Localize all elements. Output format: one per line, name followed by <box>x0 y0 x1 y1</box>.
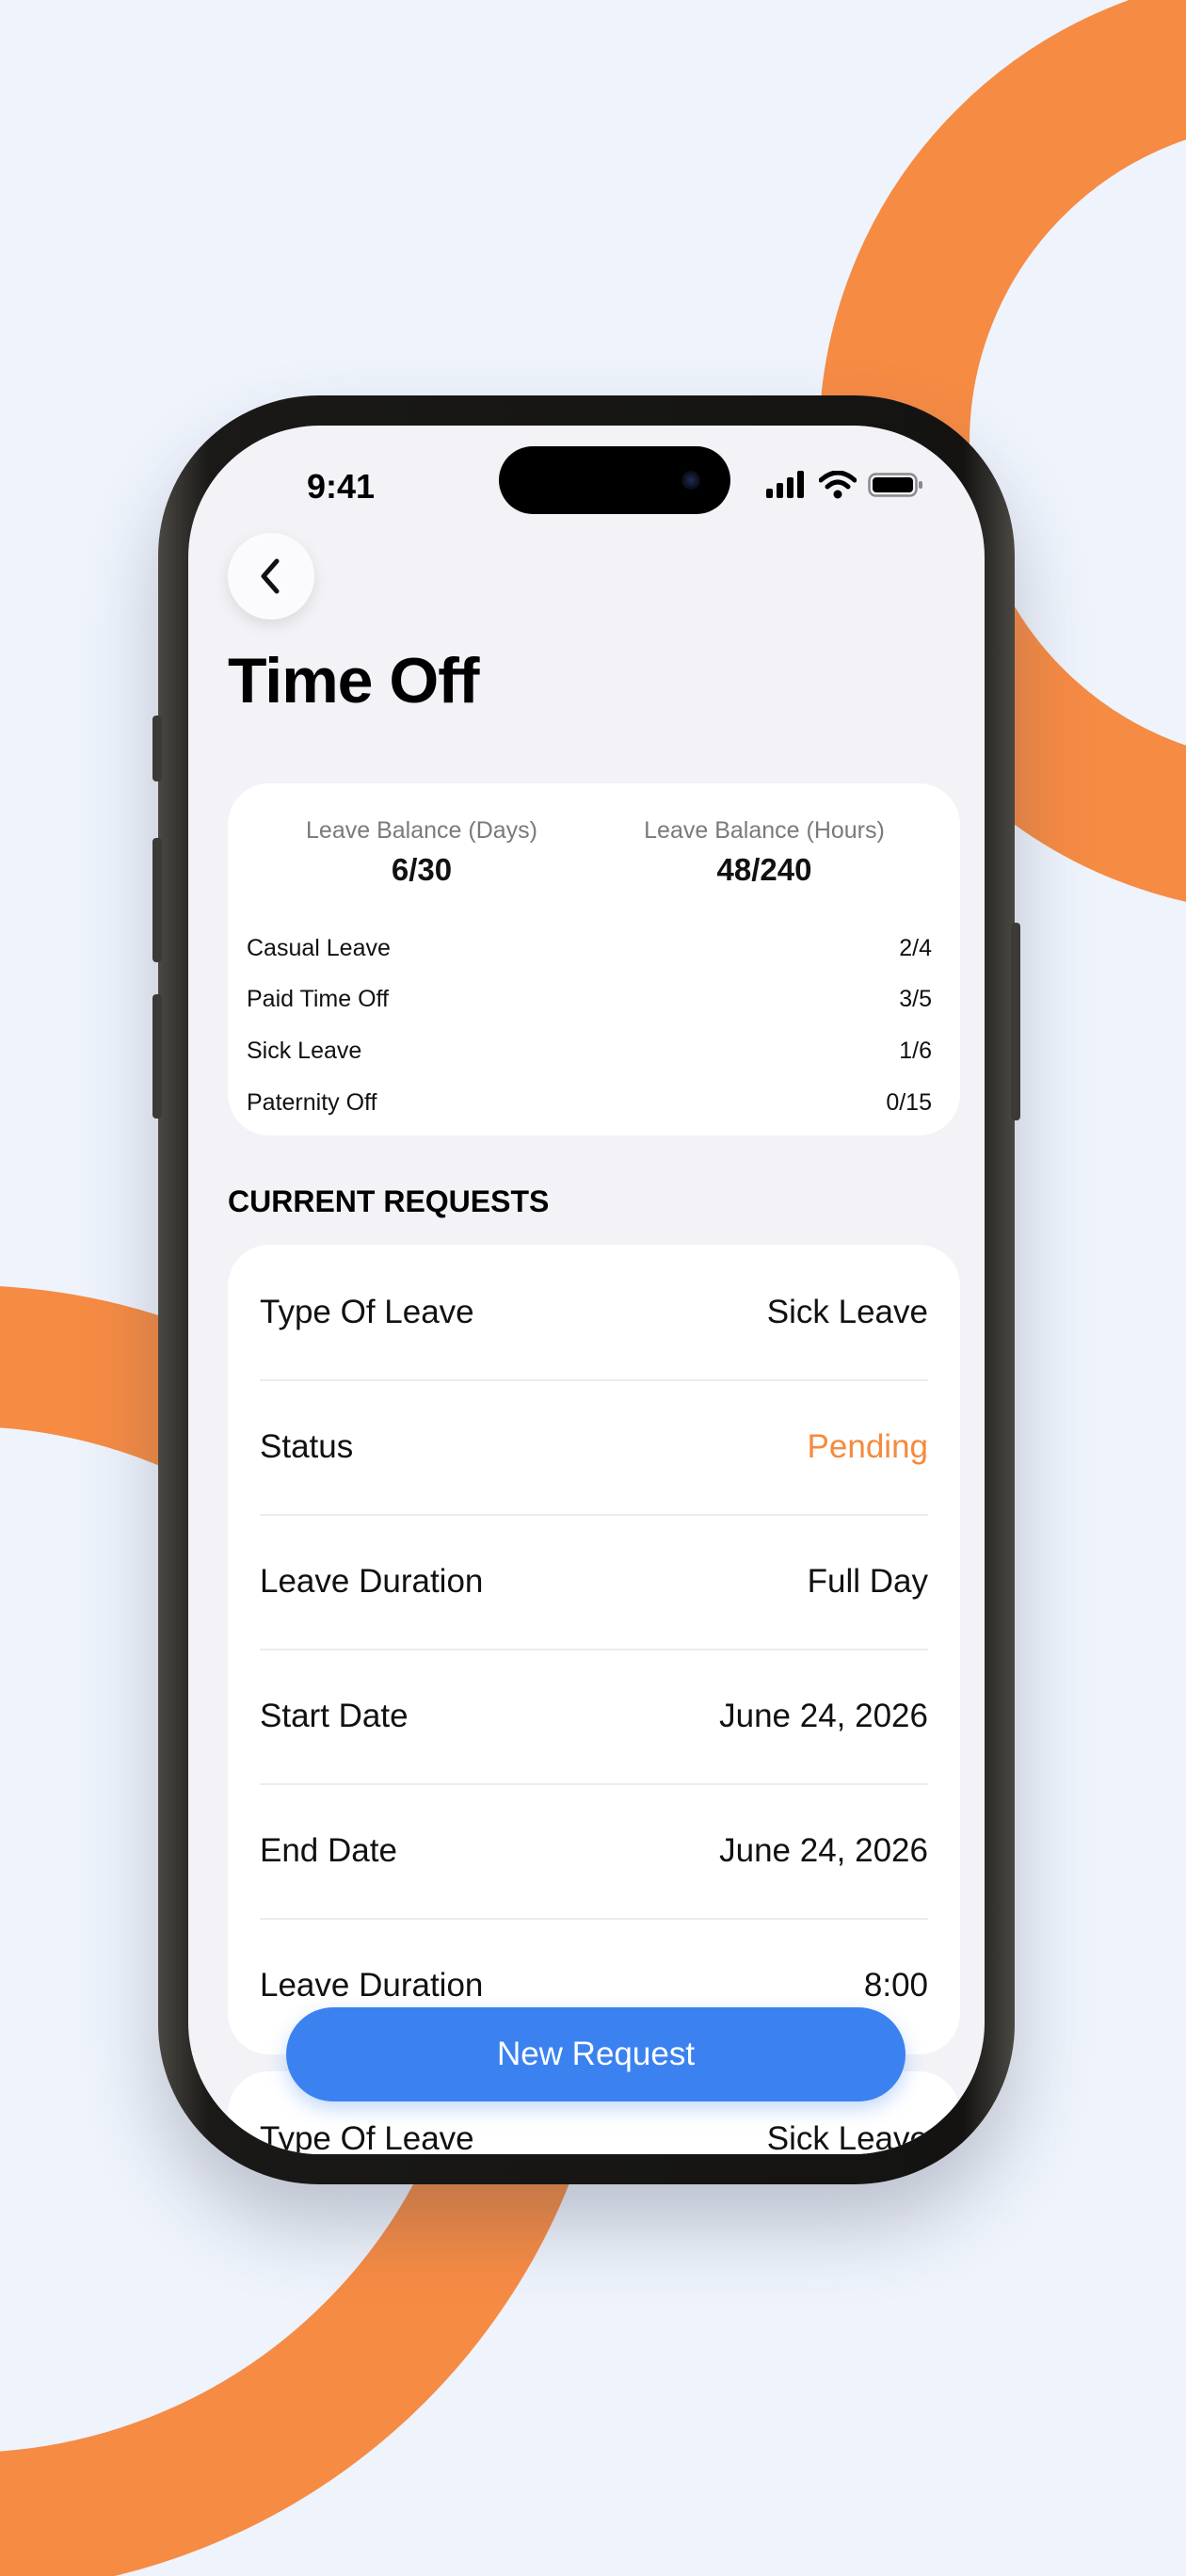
leave-type-row-sick: Sick Leave 1/6 <box>247 1025 932 1077</box>
current-requests-heading: CURRENT REQUESTS <box>228 1184 550 1218</box>
screen: 9:41 Time Off Leave Balance (Days) 6/30 … <box>188 426 985 2154</box>
leave-type-value: 1/6 <box>899 1037 932 1064</box>
request-row-duration: Leave Duration Full Day <box>260 1514 928 1650</box>
row-value: Sick Leave <box>766 2119 928 2155</box>
power-button <box>1011 923 1020 1120</box>
leave-balance-hours: Leave Balance (Hours) 48/240 <box>585 817 943 888</box>
row-label: End Date <box>260 1831 397 1869</box>
chevron-left-icon <box>261 558 280 594</box>
row-label: Leave Duration <box>260 1562 484 1600</box>
volume-up-button <box>152 838 162 962</box>
leave-type-row-paid: Paid Time Off 3/5 <box>247 974 932 1026</box>
leave-type-label: Casual Leave <box>247 934 391 961</box>
back-button[interactable] <box>228 533 314 620</box>
leave-type-label: Sick Leave <box>247 1037 362 1064</box>
leave-type-value: 2/4 <box>899 934 932 961</box>
row-value: 8:00 <box>863 1966 928 2004</box>
leave-type-value: 3/5 <box>899 986 932 1013</box>
row-label: Leave Duration <box>260 1966 484 2004</box>
leave-type-label: Paid Time Off <box>247 986 389 1013</box>
action-button <box>152 716 162 781</box>
request-row-end-date: End Date June 24, 2026 <box>260 1783 928 1920</box>
request-card[interactable]: Type Of Leave Sick Leave Status Pending … <box>228 1245 960 2054</box>
leave-type-value: 0/15 <box>886 1088 932 1116</box>
row-value: Sick Leave <box>766 1293 928 1330</box>
status-icons <box>766 469 926 499</box>
row-label: Type Of Leave <box>260 1293 474 1330</box>
leave-type-row-paternity: Paternity Off 0/15 <box>247 1077 932 1129</box>
volume-down-button <box>152 994 162 1119</box>
balance-hours-value: 48/240 <box>716 852 812 887</box>
request-row-start-date: Start Date June 24, 2026 <box>260 1649 928 1785</box>
leave-type-label: Paternity Off <box>247 1088 377 1116</box>
row-label: Status <box>260 1427 354 1465</box>
battery-icon <box>868 473 922 497</box>
row-label: Type Of Leave <box>260 2119 474 2155</box>
request-row-status: Status Pending <box>260 1379 928 1516</box>
status-time: 9:41 <box>307 467 376 506</box>
balance-days-value: 6/30 <box>391 852 453 887</box>
row-label: Start Date <box>260 1697 409 1734</box>
wifi-icon <box>819 471 857 499</box>
balance-days-label: Leave Balance (Days) <box>306 817 537 844</box>
leave-balance-days: Leave Balance (Days) 6/30 <box>243 817 601 888</box>
dynamic-island <box>499 446 730 514</box>
leave-type-row-casual: Casual Leave 2/4 <box>247 923 932 974</box>
new-request-button[interactable]: New Request <box>286 2007 906 2101</box>
row-value: Full Day <box>807 1562 928 1600</box>
phone-frame: 9:41 Time Off Leave Balance (Days) 6/30 … <box>152 395 1020 2184</box>
request-row-type: Type Of Leave Sick Leave <box>260 1245 928 1381</box>
camera-icon <box>681 471 700 490</box>
row-value: June 24, 2026 <box>719 1697 928 1734</box>
status-badge: Pending <box>807 1427 928 1465</box>
leave-balance-card: Leave Balance (Days) 6/30 Leave Balance … <box>228 783 960 1135</box>
leave-type-list: Casual Leave 2/4 Paid Time Off 3/5 Sick … <box>247 923 932 1128</box>
signal-icon <box>766 471 804 498</box>
balance-hours-label: Leave Balance (Hours) <box>644 817 885 844</box>
row-value: June 24, 2026 <box>719 1831 928 1869</box>
page-title: Time Off <box>228 645 480 716</box>
